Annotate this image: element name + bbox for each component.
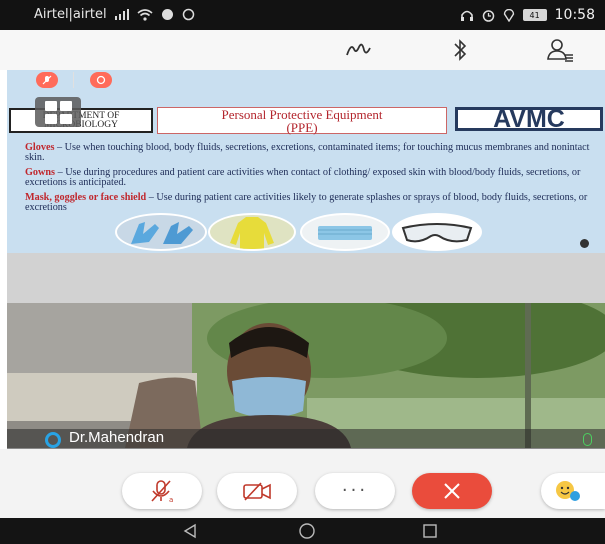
more-icon: ··· [341,480,369,501]
headset-icon [460,9,474,22]
gloves-image [115,213,207,251]
end-call-button[interactable] [412,473,492,509]
back-icon [183,523,196,539]
video-feed [7,303,605,448]
mic-off-icon [42,75,52,85]
speaking-indicator-icon [45,432,61,448]
annotate-button[interactable] [342,36,376,64]
call-controls [0,449,605,518]
control-divider [73,72,74,88]
close-icon [444,483,460,499]
slide-item-gowns: Gowns – Use during procedures and patien… [25,167,590,188]
pen-scribble-icon [346,43,371,56]
layout-switch-button[interactable] [35,97,81,127]
slide-title: Personal Protective Equipment (PPE) [157,107,447,134]
location-icon [503,8,515,22]
presenter-mute-button[interactable] [36,72,58,88]
presenter-record-button[interactable] [90,72,112,88]
recents-icon [423,524,437,538]
status-bar: Airtel|airtel 41 10:58 [0,0,605,30]
participants-button[interactable] [543,36,577,64]
back-button[interactable] [170,520,210,542]
avmc-logo: AVMC [455,107,603,132]
meeting-screen: Airtel|airtel 41 10:58 OF MICROBIOLOGY P… [0,0,605,544]
bluetooth-icon [454,39,467,61]
bluetooth-audio-button[interactable] [443,36,477,64]
mask-image [300,213,390,251]
signal-icon [114,9,129,20]
slide-letterbox [7,253,605,303]
participant-video [7,303,605,448]
slide-item-text: – Use when touching blood, body fluids, … [25,142,590,163]
gown-image [208,213,296,251]
slide-item-text: – Use during procedures and patient care… [25,167,581,188]
more-options-button[interactable]: ··· [315,473,395,509]
slide-options-button[interactable] [580,239,589,248]
home-button[interactable] [287,520,327,542]
emoji-icon [556,481,580,501]
record-icon [96,75,106,85]
battery-icon: 41 [522,9,547,21]
system-nav-bar [0,518,605,544]
recents-button[interactable] [410,520,450,542]
whatsapp-icon [182,8,195,21]
slide-item-gloves: Gloves – Use when touching blood, body f… [25,142,590,163]
department-label: DEPARTMENT OF MICROBIOLOGY [9,108,153,133]
mic-level-icon [583,433,592,446]
carrier-label: Airtel|airtel [34,7,107,22]
alarm-icon [482,9,495,22]
meeting-toolbar [0,30,605,70]
camera-button[interactable] [217,473,297,509]
reactions-button[interactable] [541,473,605,509]
camera-off-icon [243,482,271,501]
participants-icon [547,39,573,62]
home-icon [299,523,315,539]
slide-item-mask: Mask, goggles or face shield – Use durin… [25,192,590,213]
participant-name: Dr.Mahendran [69,429,165,446]
goggles-image [392,213,482,251]
wifi-icon [137,8,153,21]
svg-text:a: a [169,496,173,503]
mute-button[interactable]: a [122,473,202,509]
clock: 10:58 [554,7,595,23]
grid-icon [44,100,57,111]
mic-off-icon: a [151,480,173,503]
data-saver-icon [161,8,174,21]
slide-title-line2: (PPE) [286,120,318,135]
